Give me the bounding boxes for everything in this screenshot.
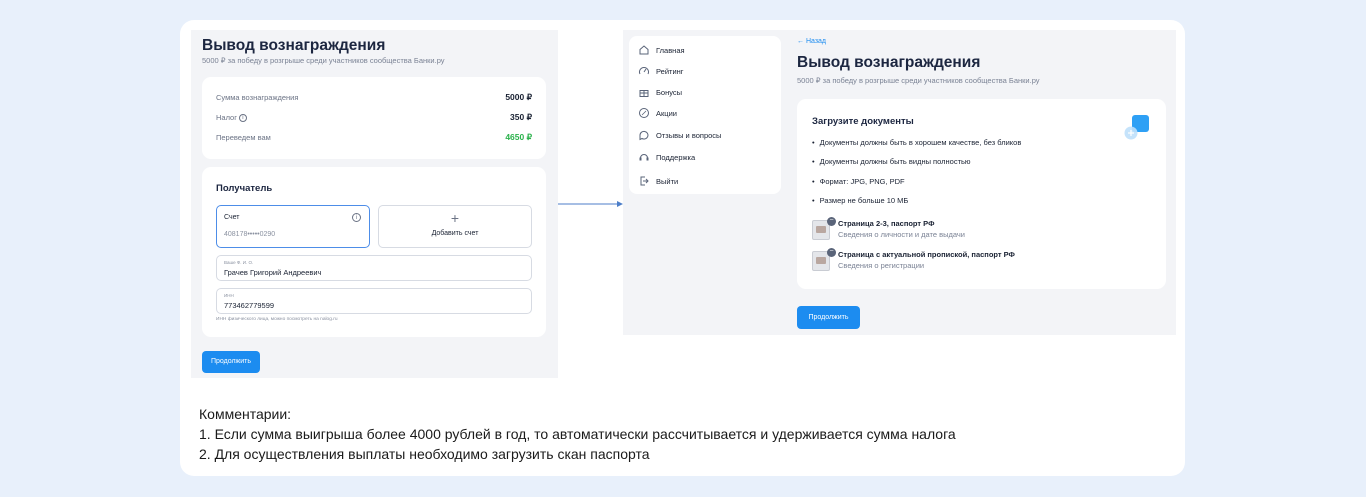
percent-icon bbox=[639, 108, 649, 118]
passport-upload-item[interactable]: − Страница 2-3, паспорт РФ Сведения о ли… bbox=[812, 217, 1157, 240]
remove-icon[interactable]: − bbox=[827, 217, 836, 226]
passport-subtitle: Сведения о регистрации bbox=[838, 261, 925, 270]
sidebar-item-label: Рейтинг bbox=[656, 66, 684, 76]
account-selector[interactable]: Счет 408178•••••0290 i bbox=[216, 205, 370, 248]
documents-upload-icon bbox=[1124, 115, 1149, 140]
summary-row-reward: Сумма вознаграждения 5000 ₽ bbox=[216, 92, 532, 103]
requirement-item: Формат: JPG, PNG, PDF bbox=[812, 177, 905, 186]
plus-icon: + bbox=[450, 210, 460, 226]
sidebar-item-label: Главная bbox=[656, 45, 685, 55]
comment-item: 1. Если сумма выигрыша более 4000 рублей… bbox=[199, 426, 956, 442]
gauge-icon bbox=[639, 67, 649, 75]
summary-label: Налог bbox=[216, 112, 237, 122]
summary-row-tax: Налог i 350 ₽ bbox=[216, 112, 532, 123]
inn-hint: ИНН физического лица, можно посмотреть н… bbox=[216, 317, 338, 322]
logout-icon bbox=[640, 176, 649, 186]
upload-documents-card: Загрузите документы Документы должны быт… bbox=[797, 99, 1166, 289]
sidebar-item-bonuses[interactable]: Бонусы bbox=[638, 85, 682, 99]
account-number: 408178•••••0290 bbox=[224, 231, 276, 238]
summary-label: Переведем вам bbox=[216, 133, 271, 142]
sidebar-item-label: Поддержка bbox=[656, 152, 696, 162]
fio-field[interactable]: Ваше Ф. И. О. Грачев Григорий Андреевич bbox=[216, 255, 532, 281]
sidebar-item-label: Акции bbox=[656, 108, 677, 118]
continue-button[interactable]: Продолжить bbox=[797, 306, 860, 329]
sidebar-item-reviews[interactable]: Отзывы и вопросы bbox=[638, 128, 721, 142]
inn-label: ИНН bbox=[224, 293, 234, 298]
summary-card: Сумма вознаграждения 5000 ₽ Налог i 350 ₽… bbox=[202, 77, 546, 159]
comments-block: Комментарии: 1. Если сумма выигрыша боле… bbox=[199, 404, 956, 464]
info-icon[interactable]: i bbox=[352, 213, 361, 222]
requirement-item: Размер не больше 10 МБ bbox=[812, 196, 909, 205]
home-icon bbox=[639, 45, 649, 55]
page-title: Вывод вознаграждения bbox=[202, 37, 386, 54]
page-title: Вывод вознаграждения bbox=[797, 54, 981, 71]
recipient-card: Получатель Счет 408178•••••0290 i + Доба… bbox=[202, 167, 546, 337]
fio-label: Ваше Ф. И. О. bbox=[224, 260, 254, 265]
upload-title: Загрузите документы bbox=[812, 116, 914, 127]
sidebar-item-logout[interactable]: Выйти bbox=[638, 174, 678, 188]
comments-heading: Комментарии: bbox=[199, 406, 292, 422]
gift-icon bbox=[639, 90, 649, 97]
summary-value: 5000 ₽ bbox=[505, 92, 532, 102]
sidebar-item-support[interactable]: Поддержка bbox=[638, 150, 695, 164]
chat-icon bbox=[639, 130, 649, 141]
page-subtitle: 5000 ₽ за победу в розгрыше среди участн… bbox=[202, 56, 445, 65]
sidebar-item-rating[interactable]: Рейтинг bbox=[638, 64, 684, 78]
requirement-item: Документы должны быть видны полностью bbox=[812, 157, 971, 166]
info-icon[interactable]: i bbox=[238, 114, 247, 122]
reward-withdrawal-screen-left: Вывод вознаграждения 5000 ₽ за победу в … bbox=[191, 30, 558, 378]
arrow-left-icon: ← bbox=[797, 38, 806, 45]
back-link[interactable]: ← Назад bbox=[797, 38, 826, 45]
page-subtitle: 5000 ₽ за победу в розгрыше среди участн… bbox=[797, 76, 1040, 85]
reward-withdrawal-screen-right: Главная Рейтинг Бонусы Акции Отзывы и во… bbox=[623, 30, 1176, 335]
flow-arrow-icon bbox=[558, 201, 623, 207]
inn-field[interactable]: ИНН 773462779599 bbox=[216, 288, 532, 314]
continue-button[interactable]: Продолжить bbox=[202, 351, 260, 373]
passport-subtitle: Сведения о личности и дате выдачи bbox=[838, 230, 965, 239]
back-label: Назад bbox=[805, 38, 827, 45]
summary-value: 4650 ₽ bbox=[505, 132, 532, 142]
remove-icon[interactable]: − bbox=[827, 248, 836, 257]
sidebar-item-label: Бонусы bbox=[656, 87, 683, 97]
sidebar-item-home[interactable]: Главная bbox=[638, 43, 685, 57]
comment-item: 2. Для осуществления выплаты необходимо … bbox=[199, 446, 650, 462]
sidebar-item-label: Выйти bbox=[656, 176, 679, 186]
summary-value: 350 ₽ bbox=[510, 112, 532, 122]
inn-value: 773462779599 bbox=[224, 301, 275, 310]
add-account-button[interactable]: + Добавить счет bbox=[378, 205, 532, 248]
passport-title: Страница 2-3, паспорт РФ bbox=[838, 219, 935, 228]
sidebar-item-promotions[interactable]: Акции bbox=[638, 106, 677, 120]
fio-value: Грачев Григорий Андреевич bbox=[224, 268, 322, 277]
add-account-label: Добавить счет bbox=[431, 230, 479, 237]
sidebar: Главная Рейтинг Бонусы Акции Отзывы и во… bbox=[629, 36, 781, 194]
summary-label: Сумма вознаграждения bbox=[216, 93, 299, 102]
recipient-title: Получатель bbox=[216, 183, 273, 194]
account-label: Счет bbox=[224, 214, 240, 221]
summary-row-payout: Переведем вам 4650 ₽ bbox=[216, 132, 532, 143]
support-icon bbox=[639, 154, 649, 161]
requirement-item: Документы должны быть в хорошем качестве… bbox=[812, 138, 1022, 147]
summary-label-wrap: Налог i bbox=[216, 113, 247, 122]
passport-title: Страница с актуальной пропиской, паспорт… bbox=[838, 250, 1015, 259]
passport-upload-item[interactable]: − Страница с актуальной пропиской, паспо… bbox=[812, 248, 1157, 271]
sidebar-item-label: Отзывы и вопросы bbox=[656, 130, 722, 140]
